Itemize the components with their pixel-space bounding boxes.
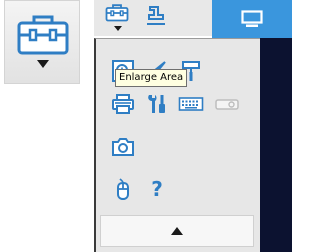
caret-down-icon bbox=[114, 26, 122, 31]
display-tab[interactable] bbox=[212, 0, 292, 38]
toolbox-menu-button[interactable] bbox=[4, 0, 80, 84]
print-button[interactable] bbox=[108, 90, 138, 118]
tooltip: Enlarge Area bbox=[115, 69, 188, 87]
caret-down-icon bbox=[37, 60, 49, 68]
toolbox-icon bbox=[105, 4, 129, 22]
caret-up-icon bbox=[101, 227, 253, 235]
monitor-icon bbox=[241, 10, 263, 28]
stamp-button[interactable] bbox=[140, 0, 174, 36]
mouse-icon bbox=[108, 178, 138, 202]
toolbox-small-button[interactable] bbox=[100, 0, 140, 36]
projector-button bbox=[212, 90, 242, 118]
toolbox-icon bbox=[16, 14, 70, 56]
snapshot-button[interactable] bbox=[108, 133, 138, 161]
stamp-icon bbox=[144, 4, 168, 28]
background-area bbox=[258, 38, 292, 252]
tools-button[interactable] bbox=[142, 90, 172, 118]
keyboard-icon bbox=[176, 92, 206, 116]
printer-icon bbox=[108, 92, 138, 116]
projector-icon bbox=[212, 92, 242, 116]
camera-icon bbox=[108, 135, 138, 159]
wrench-screwdriver-icon bbox=[142, 92, 172, 116]
help-button[interactable]: ? bbox=[142, 176, 172, 204]
mouse-button[interactable] bbox=[108, 176, 138, 204]
keyboard-button[interactable] bbox=[176, 90, 206, 118]
question-icon: ? bbox=[151, 177, 163, 201]
scroll-up-button[interactable] bbox=[100, 215, 254, 247]
